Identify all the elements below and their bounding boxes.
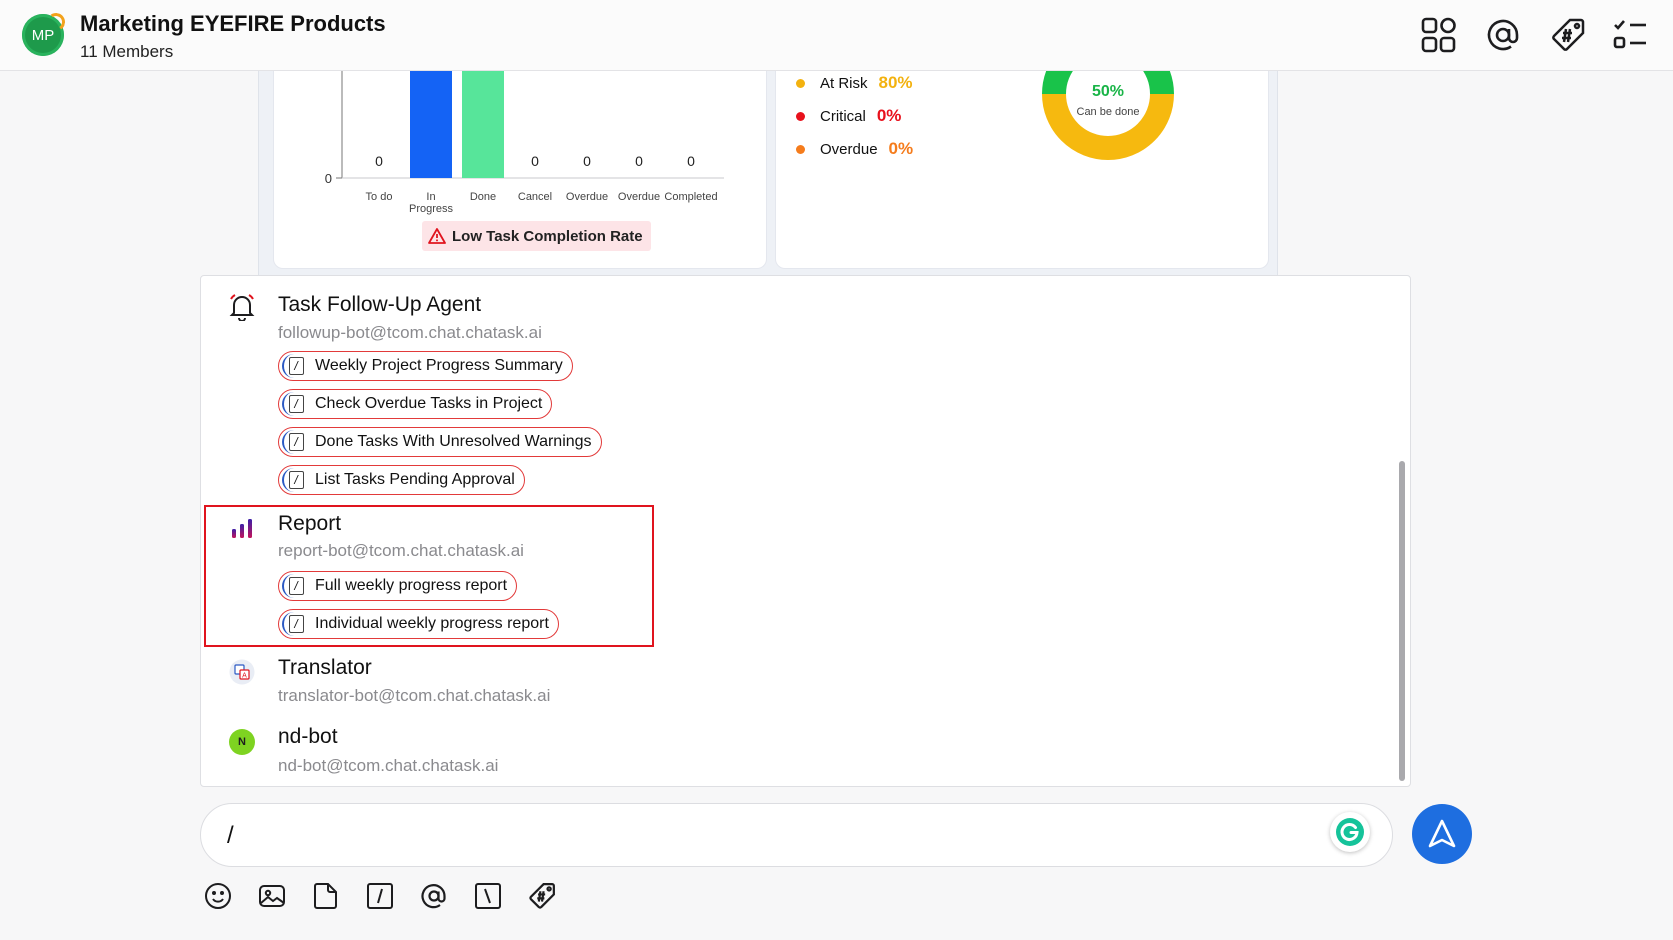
- command-label: Done Tasks With Unresolved Warnings: [315, 433, 592, 450]
- task-status-chart-card: 0 To do 0 In Progress Done Cancel 0 Overdue 0 Ov…: [273, 71, 767, 269]
- agent-name[interactable]: Report: [278, 512, 341, 536]
- agent-email: nd-bot@tcom.chat.chatask.ai: [278, 756, 499, 775]
- at-risk-dot: [796, 78, 805, 88]
- bar-value-label: 0: [375, 153, 383, 169]
- members-count[interactable]: 11 Members: [80, 42, 173, 62]
- task-list-icon[interactable]: [1610, 14, 1652, 56]
- slash-icon: /: [282, 612, 308, 636]
- donut-remaining-arc: [1042, 93, 1174, 160]
- bar-done: [462, 71, 504, 178]
- slash-icon: /: [282, 354, 308, 378]
- tag-icon[interactable]: [1547, 14, 1589, 56]
- command-label: Individual weekly progress report: [315, 615, 549, 632]
- bar-value-label: 0: [583, 153, 591, 169]
- agent-mention-panel: Task Follow-Up Agent followup-bot@tcom.c…: [200, 275, 1411, 787]
- overdue-dot: [796, 144, 805, 154]
- command-label: Weekly Project Progress Summary: [315, 357, 563, 374]
- chat-header: MP Marketing EYEFIRE Products 11 Members: [0, 0, 1673, 71]
- x-tick-label: In Progress: [408, 191, 454, 215]
- bar-chart-icon: [229, 516, 255, 542]
- slash-icon: /: [282, 430, 308, 454]
- group-title[interactable]: Marketing EYEFIRE Products: [80, 11, 386, 37]
- x-tick-label: Completed: [664, 191, 718, 203]
- legend-overdue: Overdue 0%: [796, 139, 913, 159]
- send-icon: [1428, 819, 1456, 848]
- command-chip[interactable]: / Check Overdue Tasks in Project: [278, 389, 553, 419]
- send-button[interactable]: [1412, 804, 1472, 864]
- x-tick-label: Overdue: [565, 191, 609, 203]
- agent-name[interactable]: Task Follow-Up Agent: [278, 293, 481, 317]
- command-label: Check Overdue Tasks in Project: [315, 395, 543, 412]
- alert-text: Low Task Completion Rate: [452, 227, 643, 245]
- agent-name[interactable]: Translator: [278, 656, 372, 680]
- command-chip[interactable]: / List Tasks Pending Approval: [278, 465, 525, 495]
- legend-at-risk: At Risk 80%: [796, 73, 913, 93]
- legend-label: At Risk: [820, 74, 868, 92]
- command-chip[interactable]: / Done Tasks With Unresolved Warnings: [278, 427, 602, 457]
- x-tick-label: Done: [469, 191, 497, 203]
- x-tick-label: Overdue: [617, 191, 661, 203]
- panel-scrollbar[interactable]: [1399, 461, 1405, 781]
- command-chip[interactable]: / Weekly Project Progress Summary: [278, 351, 573, 381]
- x-tick-label: To do: [365, 191, 393, 203]
- legend-label: Overdue: [820, 140, 878, 158]
- command-chip[interactable]: / Individual weekly progress report: [278, 609, 559, 639]
- bar-value-label: 0: [687, 153, 695, 169]
- message-input[interactable]: /: [227, 822, 234, 850]
- slash-icon: /: [282, 392, 308, 416]
- legend-value: 80%: [878, 73, 913, 92]
- risk-summary-card: At Risk 80% Critical 0% Overdue 0% 50% C…: [775, 71, 1269, 269]
- apps-icon[interactable]: [1418, 14, 1460, 56]
- mention-icon[interactable]: [1482, 14, 1524, 56]
- legend-critical: Critical 0%: [796, 106, 901, 126]
- warning-icon: [428, 228, 446, 244]
- grammarly-icon[interactable]: [1330, 812, 1370, 852]
- bar-in-progress: [410, 71, 452, 178]
- donut-caption: Can be done: [1077, 106, 1140, 118]
- message-composer[interactable]: /: [200, 803, 1393, 867]
- emoji-icon[interactable]: [202, 880, 234, 912]
- agent-email: translator-bot@tcom.chat.chatask.ai: [278, 686, 551, 705]
- nd-bot-avatar: N: [229, 729, 255, 755]
- bell-icon: [229, 294, 255, 321]
- low-completion-alert: Low Task Completion Rate: [422, 221, 651, 251]
- dashboard-message: 0 To do 0 In Progress Done Cancel 0 Overdue 0 Ov…: [258, 71, 1278, 276]
- command-label: Full weekly progress report: [315, 577, 508, 594]
- legend-label: Critical: [820, 107, 866, 125]
- backslash-icon[interactable]: [472, 880, 504, 912]
- legend-value: 0%: [876, 106, 902, 125]
- agent-name[interactable]: nd-bot: [278, 725, 338, 749]
- mention-toolbar-icon[interactable]: [418, 880, 450, 912]
- agent-email: followup-bot@tcom.chat.chatask.ai: [278, 323, 542, 342]
- legend-value: 0%: [888, 139, 914, 158]
- y-tick-label: 0: [325, 171, 332, 186]
- image-icon[interactable]: [256, 880, 288, 912]
- command-label: List Tasks Pending Approval: [315, 471, 515, 488]
- translate-icon: A: [229, 659, 255, 685]
- avatar-initials: MP: [31, 26, 55, 44]
- svg-text:A: A: [242, 673, 247, 680]
- slash-icon: /: [282, 468, 308, 492]
- critical-dot: [796, 111, 805, 121]
- nd-bot-avatar-letter: N: [229, 729, 255, 755]
- slash-command-icon[interactable]: [364, 880, 396, 912]
- completion-donut: 50% Can be done: [1042, 71, 1174, 160]
- command-chip[interactable]: / Full weekly progress report: [278, 571, 518, 601]
- x-tick-label: Cancel: [517, 191, 553, 203]
- file-icon[interactable]: [310, 880, 342, 912]
- bar-value-label: 0: [531, 153, 539, 169]
- group-avatar[interactable]: MP: [22, 14, 64, 56]
- donut-value: 50%: [1092, 83, 1124, 100]
- bar-value-label: 0: [635, 153, 643, 169]
- agent-email: report-bot@tcom.chat.chatask.ai: [278, 541, 524, 560]
- hashtag-icon[interactable]: [526, 880, 558, 912]
- slash-icon: /: [282, 574, 308, 598]
- task-status-bar-chart: 0: [325, 71, 724, 186]
